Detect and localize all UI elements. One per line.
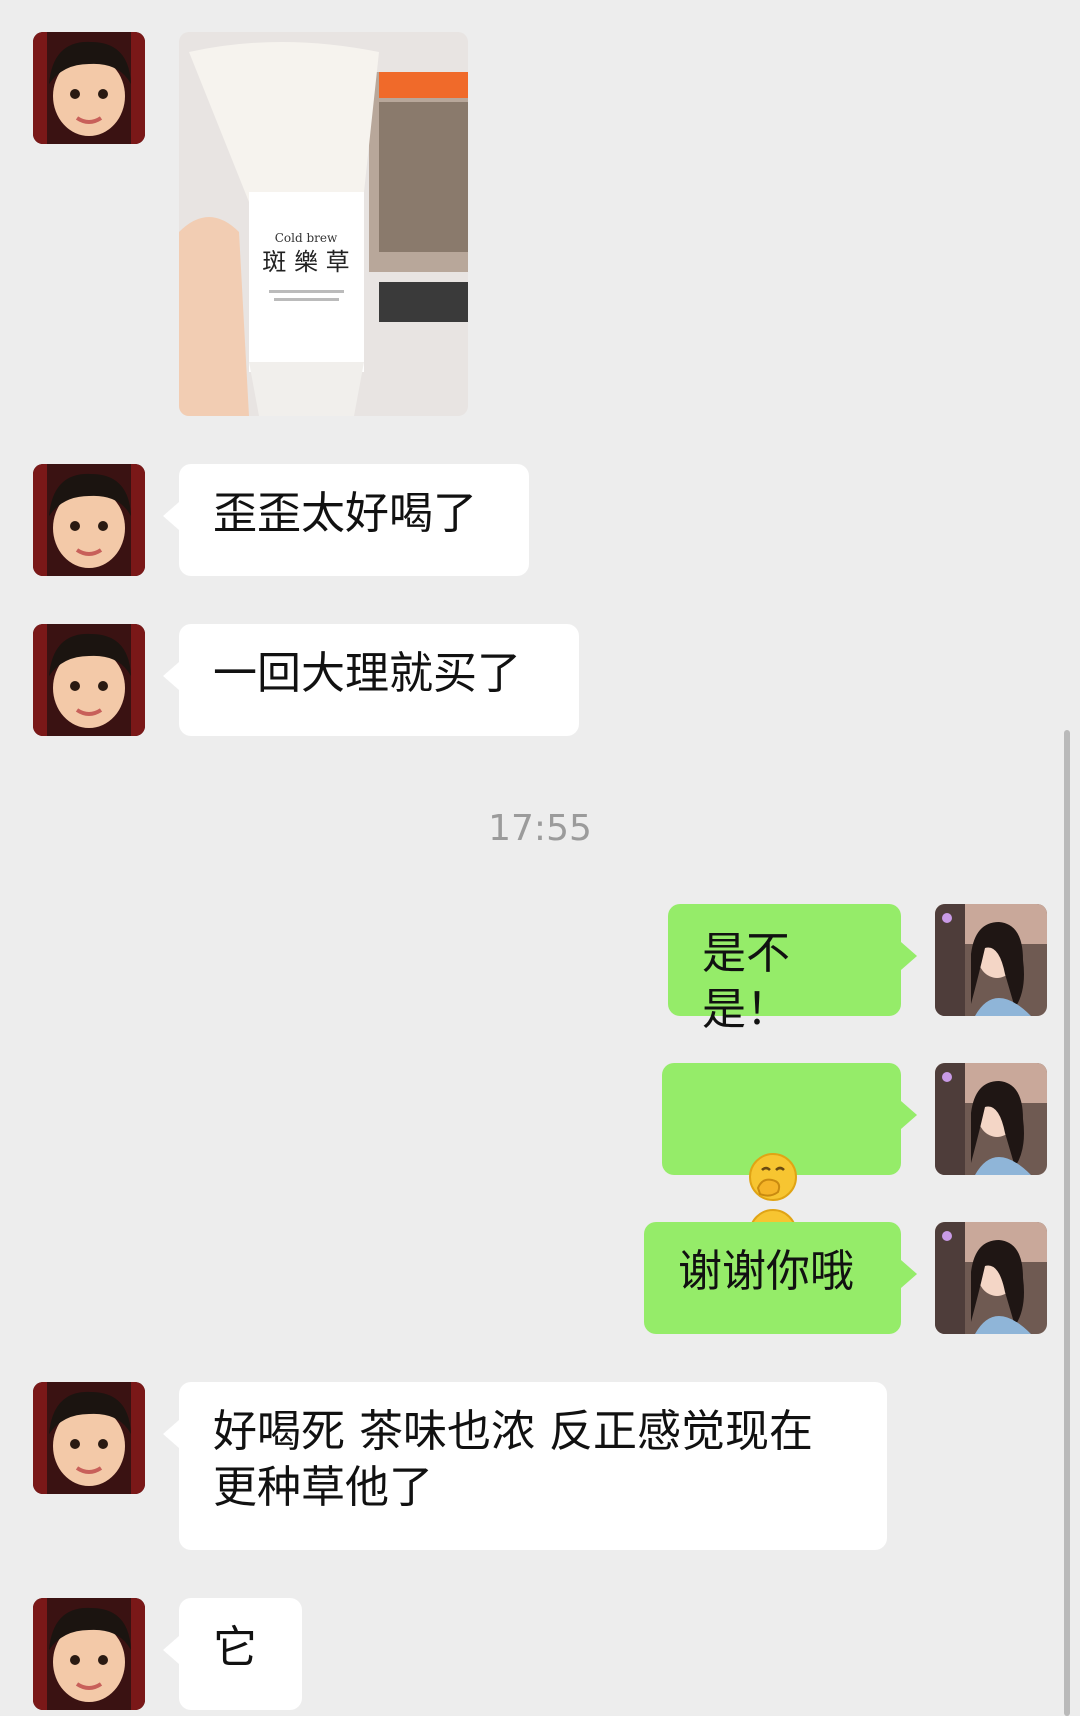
contact-avatar[interactable]	[33, 464, 145, 576]
scrollbar[interactable]	[1064, 730, 1070, 1716]
emoji-bubble[interactable]	[662, 1063, 917, 1313]
message-bubble[interactable]: 歪歪太好喝了	[163, 464, 529, 576]
timestamp: 17:55	[488, 808, 592, 849]
svg-text:斑 樂 草: 斑 樂 草	[262, 248, 349, 276]
self-avatar[interactable]	[935, 904, 1047, 1016]
contact-avatar[interactable]	[33, 1598, 145, 1710]
face-with-hand-over-mouth-icon	[748, 1153, 797, 1201]
contact-avatar[interactable]	[33, 624, 145, 736]
message-bubble[interactable]: 好喝死 茶味也浓 反正感觉现在 更种草他了	[163, 1382, 887, 1550]
contact-avatar[interactable]	[33, 32, 145, 144]
self-avatar[interactable]	[935, 1063, 1047, 1175]
message-bubble[interactable]: 是不是！	[668, 904, 917, 1035]
message-bubble[interactable]: 谢谢你哦	[644, 1222, 917, 1334]
self-avatar[interactable]	[935, 1222, 1047, 1334]
message-bubble[interactable]: 一回大理就买了	[163, 624, 579, 736]
message-bubble[interactable]: 它	[163, 1598, 302, 1710]
cup-logo-text: Cold brew	[275, 231, 338, 245]
contact-avatar[interactable]	[33, 1382, 145, 1494]
milk-tea-photo[interactable]: Cold brew 斑 樂 草	[179, 32, 468, 416]
